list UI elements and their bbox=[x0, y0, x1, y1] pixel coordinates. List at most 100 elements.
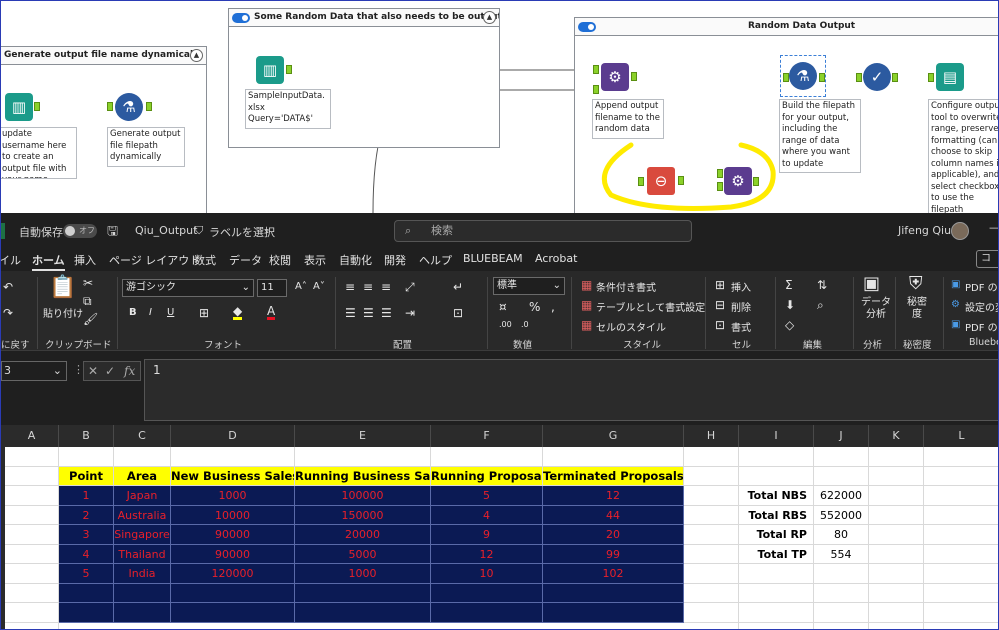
cell[interactable] bbox=[869, 525, 924, 545]
table-header-cell[interactable]: New Business Sales bbox=[171, 466, 295, 486]
table-empty-cell[interactable] bbox=[59, 603, 114, 623]
cell[interactable] bbox=[5, 525, 59, 545]
fill-icon[interactable]: ⬇ bbox=[785, 299, 795, 311]
cell[interactable] bbox=[814, 564, 869, 584]
align-bottom-icon[interactable]: ≡ bbox=[381, 281, 391, 293]
total-label-cell[interactable]: Total NBS bbox=[739, 486, 814, 506]
table-data-cell[interactable]: 9 bbox=[431, 525, 543, 545]
column-header-b[interactable]: B bbox=[59, 425, 114, 447]
sensitivity-label-icon[interactable]: ⛉ bbox=[195, 224, 203, 238]
column-header-d[interactable]: D bbox=[171, 425, 295, 447]
tab-insert[interactable]: 挿入 bbox=[74, 252, 96, 268]
input-anchor[interactable] bbox=[107, 102, 113, 111]
tab-formulas[interactable]: 数式 bbox=[194, 252, 216, 268]
container-header[interactable]: Some Random Data that also needs to be o… bbox=[229, 9, 499, 27]
append-fields-tool-icon[interactable]: ⚙ bbox=[601, 63, 629, 91]
align-middle-icon[interactable]: ≡ bbox=[363, 281, 373, 293]
container-header[interactable]: Random Data Output bbox=[575, 18, 998, 36]
decrease-decimal-icon[interactable]: .0 bbox=[521, 319, 529, 331]
cell[interactable] bbox=[924, 603, 998, 623]
align-top-icon[interactable]: ≡ bbox=[345, 281, 355, 293]
table-header-cell[interactable]: Terminated Proposals bbox=[543, 466, 684, 486]
cell[interactable] bbox=[869, 544, 924, 564]
insert-cells-button[interactable]: 挿入 bbox=[731, 279, 751, 294]
output-anchor[interactable] bbox=[34, 102, 40, 111]
table-data-cell[interactable]: India bbox=[114, 564, 171, 584]
cell[interactable] bbox=[171, 447, 295, 467]
font-color-icon[interactable]: A bbox=[267, 305, 276, 320]
conditional-format-button[interactable]: 条件付き書式 bbox=[596, 279, 656, 294]
font-size-select[interactable]: 11 bbox=[257, 279, 287, 297]
delete-cells-icon[interactable]: ⊟ bbox=[715, 299, 725, 311]
table-data-cell[interactable]: 4 bbox=[431, 505, 543, 525]
table-data-cell[interactable]: 100000 bbox=[295, 486, 431, 506]
undo-icon[interactable]: ↶ bbox=[3, 281, 13, 293]
cell[interactable] bbox=[5, 486, 59, 506]
indent-icon[interactable]: ⇥ bbox=[405, 307, 415, 319]
table-format-icon[interactable]: ▦ bbox=[581, 299, 592, 311]
cell[interactable] bbox=[543, 447, 684, 467]
cell[interactable] bbox=[5, 505, 59, 525]
sensitivity-button[interactable]: 秘密 度 bbox=[907, 297, 927, 321]
table-empty-cell[interactable] bbox=[431, 603, 543, 623]
autosave-toggle[interactable]: オフ bbox=[63, 224, 97, 238]
output-anchor[interactable] bbox=[631, 72, 637, 81]
pdf-batch-icon[interactable]: ▣ bbox=[951, 319, 960, 331]
cell[interactable] bbox=[739, 583, 814, 603]
cell[interactable] bbox=[739, 564, 814, 584]
find-icon[interactable]: ⌕ bbox=[817, 299, 824, 311]
cell[interactable] bbox=[114, 447, 171, 467]
total-value-cell[interactable]: 622000 bbox=[814, 486, 869, 506]
cell[interactable] bbox=[684, 466, 739, 486]
cell[interactable] bbox=[684, 583, 739, 603]
output-anchor[interactable] bbox=[819, 73, 825, 82]
orientation-icon[interactable]: ⤢ bbox=[405, 281, 415, 293]
percent-icon[interactable]: % bbox=[529, 301, 540, 313]
cell[interactable] bbox=[684, 525, 739, 545]
decrease-font-icon[interactable]: A˅ bbox=[313, 281, 325, 292]
search-box[interactable]: ⌕ 検索 bbox=[394, 220, 692, 242]
cut-icon[interactable]: ✂ bbox=[83, 277, 93, 289]
tab-developer[interactable]: 開発 bbox=[384, 252, 406, 268]
chevron-down-icon[interactable]: ⌄ bbox=[53, 362, 62, 380]
table-header-cell[interactable]: Running Proposals bbox=[431, 466, 543, 486]
cell[interactable] bbox=[869, 622, 924, 629]
table-data-cell[interactable]: 44 bbox=[543, 505, 684, 525]
cell[interactable] bbox=[739, 622, 814, 629]
table-data-cell[interactable]: 10000 bbox=[171, 505, 295, 525]
table-empty-cell[interactable] bbox=[171, 603, 295, 623]
table-data-cell[interactable]: 99 bbox=[543, 544, 684, 564]
table-empty-cell[interactable] bbox=[114, 603, 171, 623]
table-empty-cell[interactable] bbox=[543, 603, 684, 623]
cell[interactable] bbox=[924, 584, 998, 603]
cell[interactable] bbox=[814, 583, 869, 603]
collapse-icon[interactable]: ▲ bbox=[483, 11, 496, 24]
cell[interactable] bbox=[684, 544, 739, 564]
autosum-icon[interactable]: Σ bbox=[785, 279, 793, 291]
total-value-cell[interactable]: 80 bbox=[814, 525, 869, 545]
redo-icon[interactable]: ↷ bbox=[3, 307, 13, 319]
toggle-icon[interactable] bbox=[578, 22, 596, 32]
cell-style-icon[interactable]: ▦ bbox=[581, 319, 592, 331]
input-anchor[interactable] bbox=[928, 73, 934, 82]
cell[interactable] bbox=[295, 447, 431, 467]
column-header-c[interactable]: C bbox=[114, 425, 171, 447]
pdf-batch-button[interactable]: PDF のバ bbox=[965, 319, 998, 334]
tab-file[interactable]: イル bbox=[1, 252, 21, 268]
output-anchor[interactable] bbox=[286, 65, 292, 74]
underline-button[interactable]: U bbox=[167, 307, 174, 318]
table-data-cell[interactable]: 150000 bbox=[295, 505, 431, 525]
total-value-cell[interactable]: 554 bbox=[814, 544, 869, 564]
enter-icon[interactable]: ✓ bbox=[105, 362, 115, 380]
table-data-cell[interactable]: 102 bbox=[543, 564, 684, 584]
bold-button[interactable]: B bbox=[129, 307, 137, 318]
input-anchor[interactable] bbox=[856, 73, 862, 82]
save-icon[interactable]: 🖫 bbox=[107, 222, 118, 244]
output-anchor[interactable] bbox=[892, 73, 898, 82]
table-data-cell[interactable]: 120000 bbox=[171, 564, 295, 584]
cell[interactable] bbox=[814, 603, 869, 623]
formula-tool-icon[interactable]: ⚗ bbox=[789, 62, 817, 90]
column-header-h[interactable]: H bbox=[684, 425, 739, 447]
increase-font-icon[interactable]: A˄ bbox=[295, 281, 307, 292]
cell[interactable] bbox=[5, 544, 59, 564]
